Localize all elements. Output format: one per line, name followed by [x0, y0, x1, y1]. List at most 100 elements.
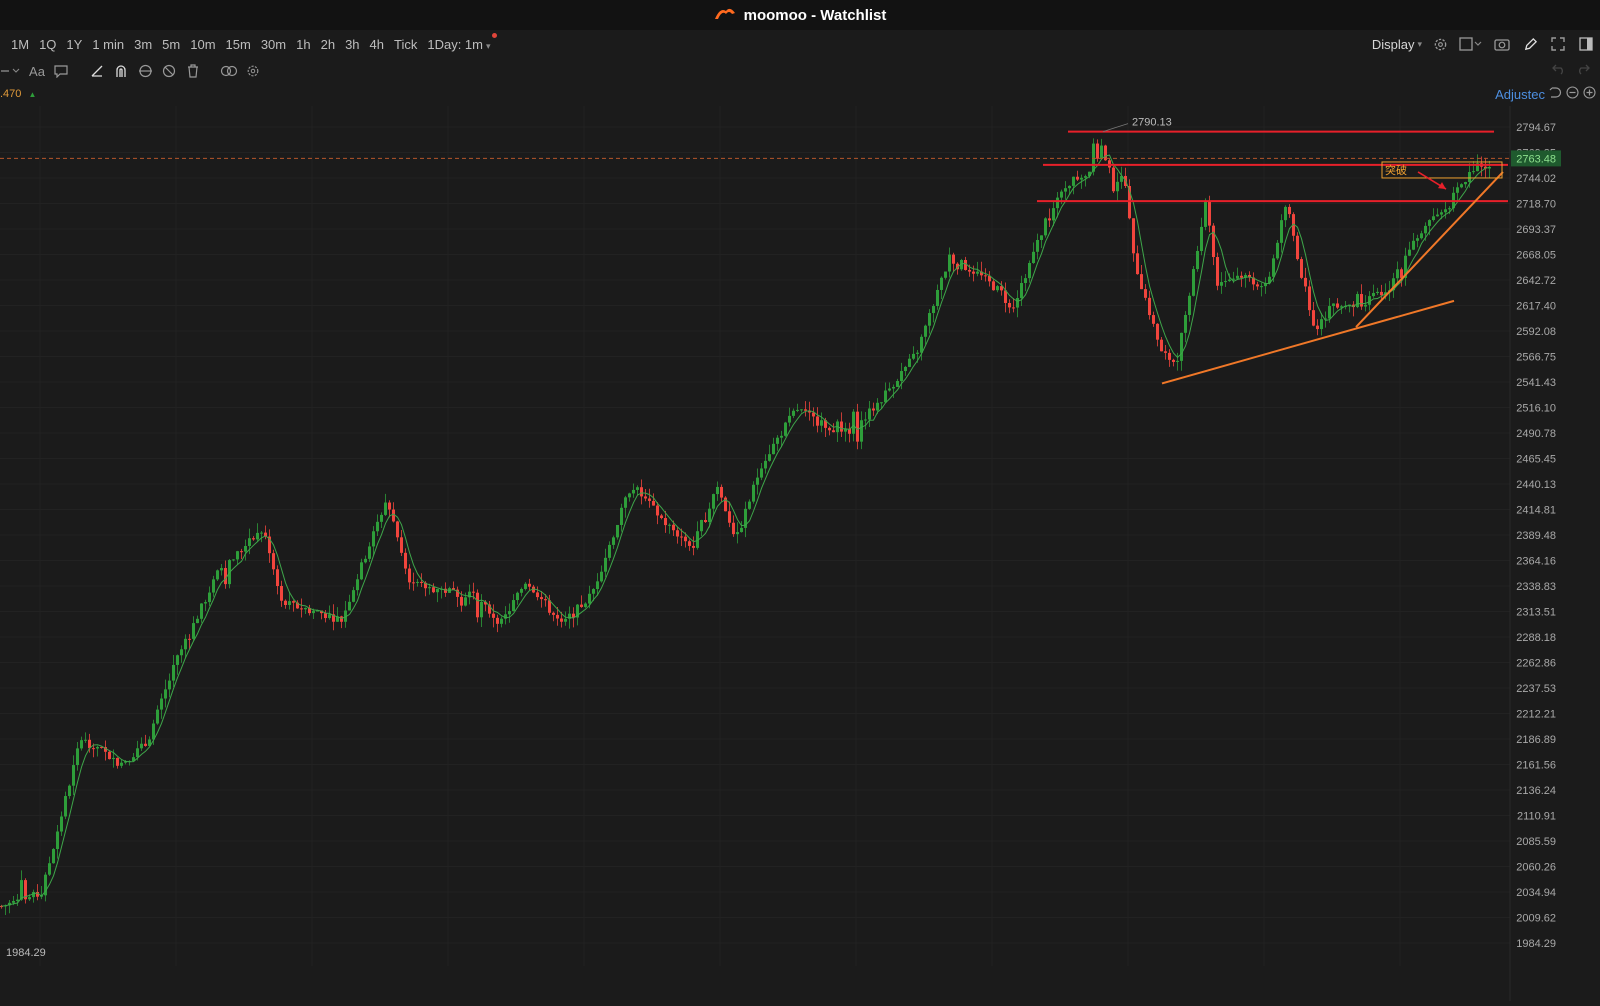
side-panel-icon[interactable] [1576, 34, 1596, 54]
timeframe-5m[interactable]: 5m [157, 37, 185, 52]
timeframe-1y[interactable]: 1Y [61, 37, 87, 52]
current-price-label: 2763.48 [1516, 153, 1556, 165]
candle-up [1220, 282, 1223, 286]
chart-labels: 突破 2790.13 1984.29 2763.48 [6, 117, 1561, 959]
candle-up [1280, 220, 1283, 243]
camera-icon[interactable] [1492, 34, 1512, 54]
candle-down [828, 427, 831, 431]
trend-line-icon[interactable] [88, 62, 106, 80]
reset-icon[interactable] [1549, 86, 1562, 102]
timeframe-1m[interactable]: 1M [6, 37, 34, 52]
candle-down [840, 421, 843, 432]
undo-icon[interactable] [1552, 62, 1566, 80]
timeframe-3h[interactable]: 3h [340, 37, 364, 52]
drawing-toolbar: Aa [0, 58, 1600, 84]
timeframe-1h[interactable]: 1h [291, 37, 315, 52]
chevron-down-icon: ▾ [486, 40, 491, 51]
adjusted-toggle[interactable]: Adjustec [1495, 87, 1545, 102]
candle-up [996, 286, 999, 291]
candle-down [552, 612, 555, 615]
candle-up [16, 899, 19, 901]
window-title: moomoo - Watchlist [743, 6, 887, 24]
fullscreen-icon[interactable] [1548, 34, 1568, 54]
candle-down [1164, 351, 1167, 353]
timeframe-1-min[interactable]: 1 min [87, 37, 129, 52]
candle-up [364, 558, 367, 563]
timeframe-1day-1m[interactable]: 1Day: 1m ▾ [422, 32, 497, 52]
candle-up [768, 454, 771, 461]
candle-down [116, 757, 119, 766]
candle-up [740, 527, 743, 533]
candle-up [1436, 214, 1439, 217]
redo-icon[interactable] [1576, 62, 1590, 80]
chart-settings-icon[interactable] [244, 62, 262, 80]
magnet-icon[interactable] [112, 62, 130, 80]
timeframe-tick[interactable]: Tick [389, 37, 422, 52]
price-chart[interactable]: 2794.672769.352744.022718.702693.372668.… [0, 106, 1600, 1001]
candle-up [620, 507, 623, 525]
candle-up [904, 366, 907, 372]
candle-up [1320, 319, 1323, 330]
candle-up [884, 390, 887, 403]
candle-up [356, 579, 359, 591]
candle-down [1208, 200, 1211, 226]
indicator-info-bar: .470 ▲ Adjustec [0, 86, 1600, 104]
candle-up [1036, 239, 1039, 252]
pencil-icon[interactable] [1520, 34, 1540, 54]
candle-up [72, 765, 75, 786]
price-tick-label: 2617.40 [1516, 300, 1556, 312]
candle-up [1192, 269, 1195, 296]
candle-up [1060, 191, 1063, 198]
candle-down [420, 581, 423, 583]
candle-up [1056, 197, 1059, 209]
lock-drawing-icon[interactable] [136, 62, 154, 80]
layout-square-icon[interactable] [1458, 34, 1484, 54]
candle-up [184, 638, 187, 650]
candle-down [692, 545, 695, 548]
candle-down [1140, 274, 1143, 290]
trash-icon[interactable] [184, 62, 202, 80]
settings-gear-icon[interactable] [1430, 34, 1450, 54]
timeframe-1q[interactable]: 1Q [34, 37, 61, 52]
timeframe-10m[interactable]: 10m [185, 37, 220, 52]
candle-up [1364, 304, 1367, 307]
display-button[interactable]: Display ▾ [1372, 37, 1422, 52]
price-axis: 2794.672769.352744.022718.702693.372668.… [1516, 122, 1556, 950]
timeframe-4h[interactable]: 4h [365, 37, 389, 52]
candle-up [1332, 303, 1335, 307]
candle-up [1376, 291, 1379, 294]
support-trend-line [1161, 299, 1455, 385]
timeframe-2h[interactable]: 2h [316, 37, 340, 52]
hide-drawings-icon[interactable] [160, 62, 178, 80]
candle-up [112, 757, 115, 760]
timeframe-30m[interactable]: 30m [256, 37, 291, 52]
comment-icon[interactable] [52, 62, 70, 80]
candle-down [404, 552, 407, 569]
price-tick-label: 2693.37 [1516, 224, 1556, 236]
timeframe-15m[interactable]: 15m [221, 37, 256, 52]
candle-up [1472, 171, 1475, 173]
candle-down [432, 587, 435, 593]
price-tick-label: 2262.86 [1516, 657, 1556, 669]
candle-up [352, 590, 355, 602]
candle-up [632, 489, 635, 494]
high-label-leader [1102, 123, 1129, 132]
text-tool-icon[interactable]: Aa [28, 62, 46, 80]
timeframe-3m[interactable]: 3m [129, 37, 157, 52]
candle-up [136, 748, 139, 758]
candle-up [668, 524, 671, 526]
candle-down [1300, 259, 1303, 278]
zoom-out-icon[interactable] [1566, 86, 1579, 102]
candle-up [372, 531, 375, 547]
candle-down [1312, 310, 1315, 326]
candle-down [1008, 302, 1011, 308]
candle-up [1328, 306, 1331, 319]
zoom-in-icon[interactable] [1583, 86, 1596, 102]
price-tick-label: 1984.29 [1516, 938, 1556, 950]
candle-up [64, 796, 67, 817]
crosshair-icon[interactable] [0, 62, 22, 80]
compare-icon[interactable] [220, 62, 238, 80]
candle-up [772, 443, 775, 455]
candle-up [120, 762, 123, 766]
candlestick-chart[interactable]: 2794.672769.352744.022718.702693.372668.… [0, 106, 1600, 1001]
